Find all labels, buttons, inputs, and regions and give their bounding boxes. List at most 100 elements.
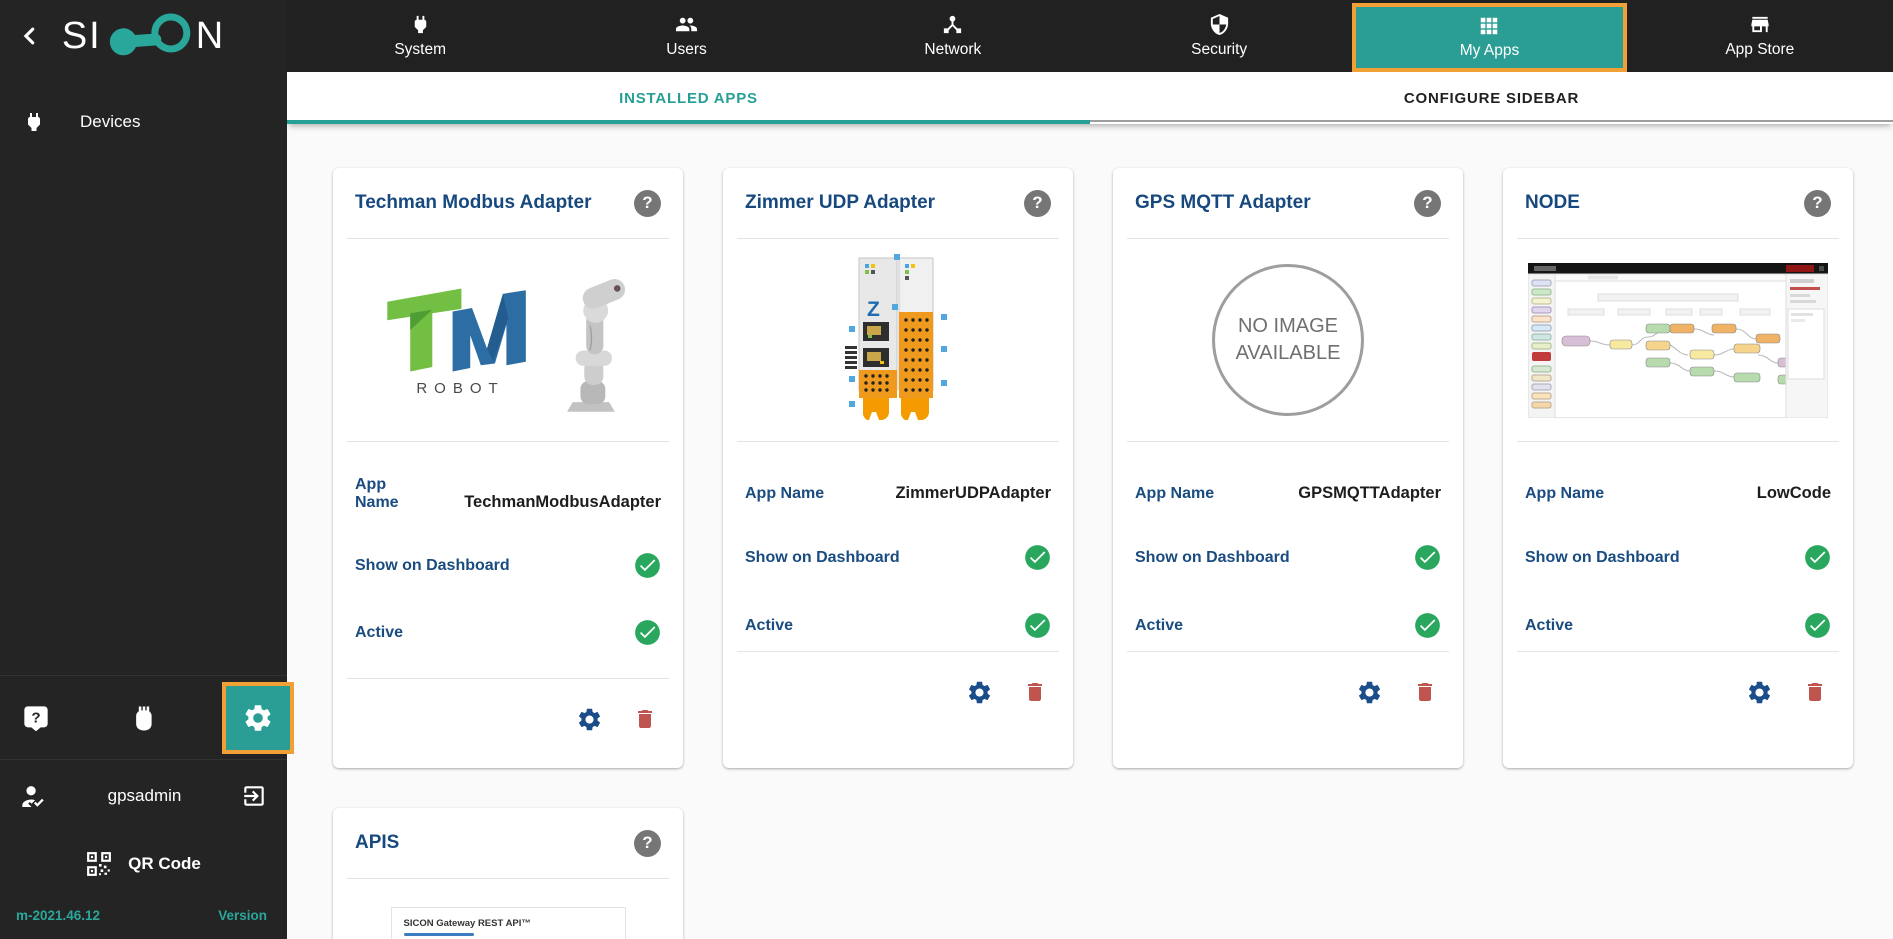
sidebar-item-devices[interactable]: Devices	[0, 98, 287, 146]
nav-label: System	[394, 41, 446, 58]
app-image-techman: ROBOT	[333, 239, 683, 441]
settings-button[interactable]	[222, 682, 294, 754]
active-row: Active	[1135, 612, 1441, 639]
card-footer	[1113, 652, 1463, 732]
nav-item-users[interactable]: Users	[553, 0, 819, 72]
app-card-gps-mqtt: GPS MQTT Adapter ? NO IMAGE AVAILABLE Ap…	[1113, 168, 1463, 768]
gear-icon	[578, 708, 601, 730]
tab-installed-apps[interactable]: INSTALLED APPS	[287, 72, 1090, 124]
card-header: GPS MQTT Adapter ?	[1113, 168, 1463, 238]
nav-label: Security	[1191, 41, 1248, 58]
nav-item-network[interactable]: Network	[820, 0, 1086, 72]
show-on-dashboard-label: Show on Dashboard	[355, 556, 510, 574]
storefront-icon	[1751, 16, 1769, 33]
app-image-api-doc: SICON Gateway REST API™	[333, 879, 683, 939]
card-title: Techman Modbus Adapter	[355, 192, 592, 213]
active-label: Active	[745, 616, 794, 634]
tab-label: CONFIGURE SIDEBAR	[1403, 89, 1580, 107]
help-icon[interactable]: ?	[1804, 189, 1831, 217]
trash-icon	[1418, 683, 1432, 701]
show-on-dashboard-label: Show on Dashboard	[745, 548, 900, 566]
configure-app-button[interactable]	[576, 706, 603, 733]
active-label: Active	[1135, 616, 1184, 634]
app-name-row: App Name TechmanModbusAdapter	[355, 476, 661, 512]
plug-icon	[414, 15, 426, 34]
app-card-node: NODE ? App Name LowCode Show on Dashboar…	[1503, 168, 1853, 768]
top-navigation: System Users Network Security My Apps Ap…	[287, 0, 1893, 72]
nav-item-app-store[interactable]: App Store	[1627, 0, 1893, 72]
help-button[interactable]: ?	[22, 704, 50, 732]
trash-icon	[638, 710, 652, 728]
app-name-value: ZimmerUDPAdapter	[895, 484, 1051, 502]
person-check-icon[interactable]	[20, 782, 48, 810]
card-title: Zimmer UDP Adapter	[745, 192, 936, 213]
tm-robot-logo: ROBOT	[382, 284, 532, 397]
check-circle-icon	[1415, 545, 1440, 570]
logo-connector-icon	[109, 13, 191, 56]
logout-icon[interactable]	[241, 783, 267, 809]
trash-icon	[1808, 683, 1822, 701]
delete-app-button[interactable]	[1023, 680, 1047, 704]
nav-item-security[interactable]: Security	[1086, 0, 1352, 72]
check-circle-icon	[1805, 545, 1830, 570]
configure-app-button[interactable]	[966, 679, 993, 706]
active-row: Active	[355, 619, 661, 646]
cards-row-1: Techman Modbus Adapter ? ROBOT App Name …	[333, 168, 1893, 768]
delete-app-button[interactable]	[1803, 680, 1827, 704]
card-title: APIS	[355, 832, 400, 853]
logo-text-left: SI	[61, 14, 102, 57]
qr-code-row[interactable]: QR Code	[0, 831, 287, 897]
people-icon	[675, 17, 698, 32]
app-name-value: LowCode	[1756, 484, 1831, 502]
back-button[interactable]	[16, 22, 44, 50]
help-icon[interactable]: ?	[1414, 189, 1441, 217]
tab-configure-sidebar[interactable]: CONFIGURE SIDEBAR	[1090, 72, 1893, 124]
show-on-dashboard-label: Show on Dashboard	[1135, 548, 1290, 566]
help-icon[interactable]: ?	[1024, 189, 1051, 217]
tab-label: INSTALLED APPS	[619, 89, 758, 107]
cards-row-2: APIS ? SICON Gateway REST API™	[333, 808, 1893, 939]
show-on-dashboard-row: Show on Dashboard	[355, 552, 661, 579]
app-name-row: App Name ZimmerUDPAdapter	[745, 484, 1051, 503]
card-details: App Name ZimmerUDPAdapter Show on Dashbo…	[723, 442, 1073, 651]
app-name-row: App Name GPSMQTTAdapter	[1135, 484, 1441, 503]
user-row: gpsadmin	[0, 759, 287, 831]
usb-device-button[interactable]	[130, 703, 158, 733]
check-circle-icon	[1415, 613, 1440, 638]
card-title: NODE	[1525, 192, 1580, 213]
logged-in-username: gpsadmin	[107, 785, 182, 805]
card-header: NODE ?	[1503, 168, 1853, 238]
installed-apps-panel: Techman Modbus Adapter ? ROBOT App Name …	[287, 124, 1893, 939]
version-value: m-2021.46.12	[16, 907, 101, 923]
robot-arm-image	[567, 278, 626, 412]
configure-app-button[interactable]	[1746, 679, 1773, 706]
active-label: Active	[355, 623, 404, 641]
help-icon[interactable]: ?	[634, 189, 661, 217]
nav-item-system[interactable]: System	[287, 0, 553, 72]
gear-icon	[1748, 681, 1771, 703]
app-name-value: TechmanModbusAdapter	[464, 493, 661, 511]
sidebar: SI N Devices ? gpsadmin QR Code m-2021.4…	[0, 0, 294, 939]
help-bubble-icon: ?	[24, 706, 48, 732]
nav-label: App Store	[1725, 41, 1795, 58]
show-on-dashboard-row: Show on Dashboard	[745, 544, 1051, 571]
nav-label: Users	[666, 41, 707, 58]
delete-app-button[interactable]	[633, 707, 657, 731]
sidebar-header: SI N	[0, 0, 287, 72]
app-name-label: App Name	[745, 485, 825, 502]
check-circle-icon	[635, 553, 660, 578]
configure-app-button[interactable]	[1356, 679, 1383, 706]
nav-item-my-apps[interactable]: My Apps	[1352, 3, 1627, 72]
sidebar-icons-row: ?	[0, 675, 294, 759]
app-name-label: App Name	[1525, 485, 1605, 502]
usb-icon	[136, 706, 152, 731]
app-name-label: App Name	[1135, 485, 1215, 502]
card-details: App Name TechmanModbusAdapter Show on Da…	[333, 442, 683, 678]
card-title: GPS MQTT Adapter	[1135, 192, 1311, 213]
delete-app-button[interactable]	[1413, 680, 1437, 704]
apps-grid-icon	[1481, 17, 1498, 35]
help-icon[interactable]: ?	[634, 829, 661, 857]
chevron-left-icon	[23, 27, 35, 45]
app-name-label: App Name	[355, 476, 399, 511]
check-circle-icon	[1025, 545, 1050, 570]
